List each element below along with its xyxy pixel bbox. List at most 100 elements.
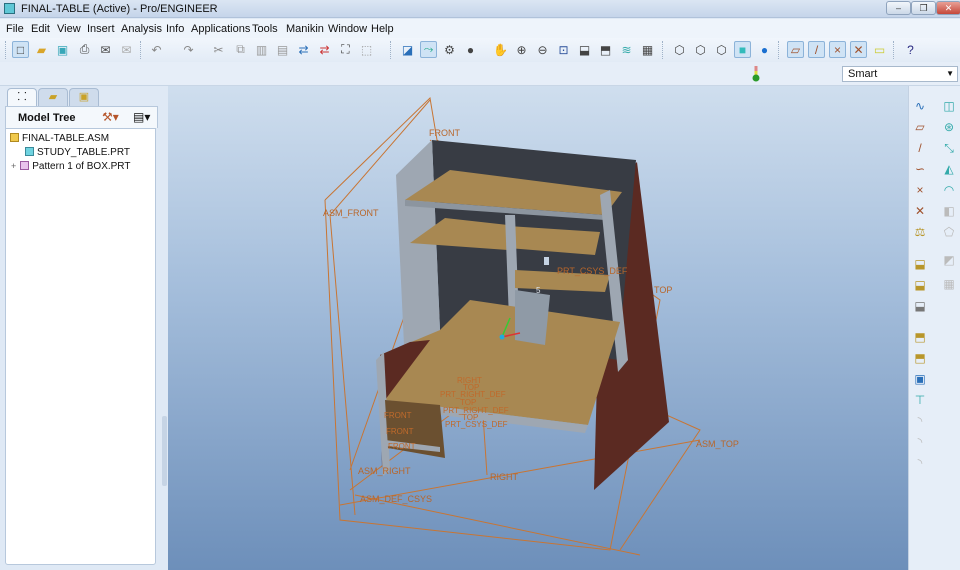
select-box-icon[interactable]: ⬚: [358, 41, 375, 58]
menu-manikin[interactable]: Manikin: [286, 23, 324, 35]
view-manager-icon[interactable]: ▦: [639, 41, 656, 58]
tab-folder-browser[interactable]: ▰: [38, 88, 68, 106]
component-create-icon[interactable]: ⬓: [912, 277, 928, 293]
coordinate-systems-icon[interactable]: ✕: [850, 41, 867, 58]
reorient-icon[interactable]: ⬓: [576, 41, 593, 58]
menu-info[interactable]: Info: [166, 23, 184, 35]
assemble-icon[interactable]: ⬒: [912, 329, 928, 345]
datum-label-right: RIGHT: [490, 472, 519, 482]
regenerate-manager-icon[interactable]: ⇄: [316, 41, 333, 58]
menu-window[interactable]: Window: [328, 23, 367, 35]
refit-icon[interactable]: ⊡: [555, 41, 572, 58]
minimize-button[interactable]: –: [886, 1, 911, 15]
tree-item-assembly[interactable]: FINAL-TABLE.ASM: [10, 133, 109, 144]
email-link-icon[interactable]: ✉: [118, 41, 135, 58]
restore-button[interactable]: ❐: [911, 1, 936, 15]
shading-icon[interactable]: ■: [734, 41, 751, 58]
chamfer-icon[interactable]: ◝: [912, 434, 928, 450]
context-help-icon[interactable]: ?: [902, 41, 919, 58]
redo-icon[interactable]: ↷: [180, 41, 197, 58]
pan-hand-icon[interactable]: ✋: [492, 41, 509, 58]
blend-icon[interactable]: ◭: [941, 161, 957, 177]
feature-toolbar: ∿ ◫ ▱ ⊛ / ⤡ ∽ ◭ × ◠ ✕ ◧ ⚖ ⬠ ◩ ⬓ ▦ ⬓ ⬓ ⬒ …: [908, 86, 960, 570]
cut-out-icon[interactable]: ⊤: [912, 392, 928, 408]
new-file-icon[interactable]: □: [12, 41, 29, 58]
paste-icon[interactable]: ▥: [253, 41, 270, 58]
open-folder-icon[interactable]: ▰: [33, 41, 50, 58]
status-light-icon: [752, 66, 760, 82]
extrude-icon[interactable]: ◫: [941, 98, 957, 114]
paste-special-icon[interactable]: ▤: [274, 41, 291, 58]
datum-axis-tool-icon[interactable]: /: [912, 140, 928, 156]
hidden-line-icon[interactable]: ⬡: [692, 41, 709, 58]
datum-planes-icon[interactable]: ▱: [787, 41, 804, 58]
chevron-down-icon: ▼: [946, 69, 954, 78]
tree-item-study-table[interactable]: STUDY_TABLE.PRT: [25, 147, 130, 158]
close-button[interactable]: ✕: [936, 1, 960, 15]
revolve-icon[interactable]: ⊛: [941, 119, 957, 135]
email-icon[interactable]: ✉: [97, 41, 114, 58]
tab-model-tree[interactable]: ⸬: [7, 88, 37, 106]
print-icon[interactable]: ⎙: [76, 41, 93, 58]
sweep-icon[interactable]: ⤡: [941, 140, 957, 156]
panel-splitter[interactable]: [162, 416, 167, 486]
trim-icon[interactable]: ◩: [941, 252, 957, 268]
tab-favorites[interactable]: ▣: [69, 88, 99, 106]
zoom-in-icon[interactable]: ⊕: [513, 41, 530, 58]
save-icon[interactable]: ▣: [54, 41, 71, 58]
enhanced-realism-icon[interactable]: ●: [756, 41, 773, 58]
zoom-out-icon[interactable]: ⊖: [534, 41, 551, 58]
app-icon: [4, 3, 15, 14]
tree-settings-icon[interactable]: ⚒▾: [102, 110, 119, 124]
datum-points-icon[interactable]: ×: [829, 41, 846, 58]
spin-center-icon[interactable]: ⤳: [420, 41, 437, 58]
component-place-icon[interactable]: ⬓: [912, 256, 928, 272]
datum-curve-icon[interactable]: ∽: [912, 161, 928, 177]
repaint-icon[interactable]: ◪: [399, 41, 416, 58]
menu-insert[interactable]: Insert: [87, 23, 115, 35]
selection-filter-dropdown[interactable]: Smart ▼: [842, 66, 958, 82]
round-icon[interactable]: ◝: [912, 413, 928, 429]
expand-icon[interactable]: +: [11, 161, 16, 171]
wireframe-icon[interactable]: ⬡: [671, 41, 688, 58]
sketch-icon[interactable]: ∿: [912, 98, 928, 114]
datum-label-box-front: FRONT: [384, 411, 412, 420]
tree-item-pattern[interactable]: + Pattern 1 of BOX.PRT: [11, 161, 130, 172]
csys-tool-icon[interactable]: ✕: [912, 203, 928, 219]
menu-analysis[interactable]: Analysis: [121, 23, 162, 35]
datum-marker-label: 5: [536, 286, 541, 295]
mirror-icon[interactable]: ◧: [941, 203, 957, 219]
layers-icon[interactable]: ≋: [618, 41, 635, 58]
datum-axes-icon[interactable]: /: [808, 41, 825, 58]
no-hidden-icon[interactable]: ⬡: [713, 41, 730, 58]
find-icon[interactable]: ⛶: [337, 41, 354, 58]
cut-icon[interactable]: ✂: [210, 41, 227, 58]
annotations-icon[interactable]: ▭: [871, 41, 888, 58]
offset-icon[interactable]: ⬠: [941, 224, 957, 240]
datum-point-tool-icon[interactable]: ×: [912, 182, 928, 198]
analysis-feature-icon[interactable]: ⚖: [912, 224, 928, 240]
create-component-icon[interactable]: ⬒: [912, 350, 928, 366]
draft-icon[interactable]: ◝: [912, 455, 928, 471]
orient-mode-icon[interactable]: ⚙: [441, 41, 458, 58]
menu-edit[interactable]: Edit: [31, 23, 50, 35]
undo-icon[interactable]: ↶: [148, 41, 165, 58]
graphics-window[interactable]: 5 FRONT ASM_FRONT TOP ASM_TOP ASM_RIGHT …: [168, 86, 908, 570]
menu-bar: File Edit View Insert Analysis Info Appl…: [0, 19, 960, 38]
pattern-tool-icon[interactable]: ▦: [941, 276, 957, 292]
regenerate-icon[interactable]: ⇄: [295, 41, 312, 58]
menu-file[interactable]: File: [6, 23, 24, 35]
menu-applications[interactable]: Applications: [191, 23, 250, 35]
appearance-icon[interactable]: ●: [462, 41, 479, 58]
datum-marker: [544, 257, 549, 265]
menu-help[interactable]: Help: [371, 23, 394, 35]
menu-view[interactable]: View: [57, 23, 81, 35]
tree-columns-icon[interactable]: ▤▾: [133, 110, 150, 124]
datum-plane-tool-icon[interactable]: ▱: [912, 119, 928, 135]
skeleton-icon[interactable]: ▣: [912, 371, 928, 387]
copy-icon[interactable]: ⧉: [232, 41, 249, 58]
saved-views-icon[interactable]: ⬒: [597, 41, 614, 58]
boundary-blend-icon[interactable]: ◠: [941, 182, 957, 198]
repeat-icon[interactable]: ⬓: [912, 298, 928, 314]
menu-tools[interactable]: Tools: [252, 23, 278, 35]
